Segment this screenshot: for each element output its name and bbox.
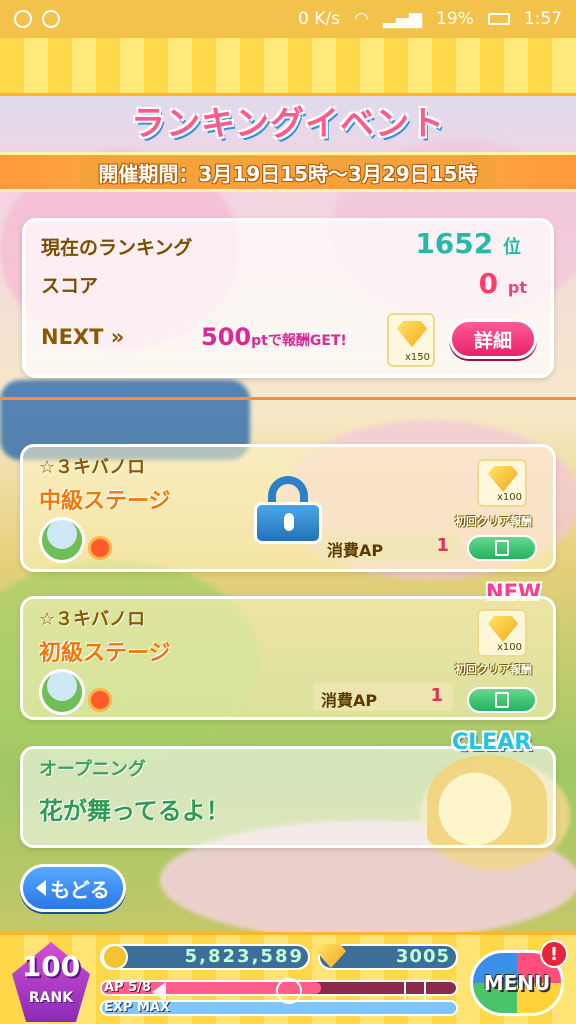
signal-icon: ▂▄▆ bbox=[382, 9, 423, 29]
story-button[interactable] bbox=[467, 687, 537, 713]
book-icon bbox=[495, 540, 509, 556]
status-bar: 0 K/s ◠ ▂▄▆ 19% 1:57 bbox=[0, 0, 576, 38]
reward-count: x150 bbox=[404, 352, 430, 363]
divider bbox=[0, 397, 576, 400]
gem-icon bbox=[397, 321, 427, 347]
stage-subtitle: オープニング bbox=[39, 759, 146, 780]
stage-subtitle: ☆３キバノロ bbox=[39, 609, 146, 630]
clear-badge: CLEAR bbox=[452, 730, 532, 755]
sun-attribute-icon bbox=[91, 539, 109, 557]
reward-count: x100 bbox=[496, 492, 522, 503]
next-reward-item[interactable]: x150 bbox=[387, 313, 435, 367]
app-icon bbox=[42, 10, 60, 28]
score-value: 0 pt bbox=[478, 267, 527, 300]
back-label: もどる bbox=[50, 877, 110, 902]
ap-cost: 消費AP 1 bbox=[319, 533, 459, 561]
battery-icon bbox=[487, 13, 510, 25]
ap-bar-label: AP 5/8 bbox=[104, 980, 151, 995]
gem-value: 3005 bbox=[395, 946, 450, 967]
wifi-icon: ◠ bbox=[353, 9, 369, 29]
money-value: 5,823,589 bbox=[184, 946, 304, 967]
first-clear-label: 初回クリア報酬 bbox=[455, 515, 532, 528]
page-title: ランキングイベント bbox=[131, 103, 445, 144]
ranking-panel: 現在のランキング 1652 位 スコア 0 pt NEXT » 500ptで報酬… bbox=[22, 218, 554, 378]
stage-subtitle: ☆３キバノロ bbox=[39, 457, 146, 478]
reward-count: x100 bbox=[496, 642, 522, 653]
stage-title: 中級ステージ bbox=[39, 489, 171, 514]
exp-bar-label: EXP MAX bbox=[104, 1000, 170, 1015]
battery-level: 19% bbox=[436, 9, 474, 29]
title-wrap: ランキングイベント bbox=[0, 92, 576, 148]
alert-icon: ! bbox=[540, 940, 568, 968]
notification-icon bbox=[14, 10, 32, 28]
score-label: スコア bbox=[41, 275, 99, 297]
rank-label: RANK bbox=[28, 990, 74, 1006]
network-speed: 0 K/s bbox=[297, 9, 340, 29]
rank-value: 1652 位 bbox=[415, 227, 521, 260]
rank-label: 現在のランキング bbox=[41, 237, 193, 259]
book-icon bbox=[495, 692, 509, 708]
stage-title: 初級ステージ bbox=[39, 641, 171, 666]
stage-title: 花が舞ってるよ！ bbox=[39, 797, 230, 825]
first-clear-reward[interactable]: x100 bbox=[477, 459, 527, 507]
ap-cost: 消費AP 1 bbox=[313, 683, 453, 711]
first-clear-label: 初回クリア報酬 bbox=[455, 663, 532, 676]
detail-button[interactable]: 詳細 bbox=[449, 319, 537, 359]
period-band: 開催期間：3月19日15時〜3月29日15時 bbox=[0, 152, 576, 192]
story-button[interactable] bbox=[467, 535, 537, 561]
stage-card-beginner[interactable]: ☆３キバノロ 初級ステージ 消費AP 1 x100 初回クリア報酬 bbox=[20, 596, 556, 720]
nav-home-icon[interactable] bbox=[276, 978, 302, 1004]
gem-icon bbox=[488, 616, 518, 642]
nav-recents-icon[interactable] bbox=[404, 980, 426, 1002]
next-reward-text: 500ptで報酬GET! bbox=[201, 323, 347, 351]
coin-icon bbox=[102, 944, 128, 970]
stage-thumbnail bbox=[39, 669, 85, 715]
nav-back-icon[interactable] bbox=[152, 982, 166, 1002]
next-label: NEXT » bbox=[41, 325, 125, 349]
rank-number: 100 bbox=[21, 950, 81, 983]
gem-icon bbox=[488, 466, 518, 492]
back-arrow-icon bbox=[36, 880, 47, 896]
header-band bbox=[0, 38, 576, 96]
first-clear-reward[interactable]: x100 bbox=[477, 609, 527, 657]
event-period: 開催期間：3月19日15時〜3月29日15時 bbox=[80, 155, 496, 189]
lock-icon bbox=[254, 476, 322, 544]
stage-card-opening[interactable]: オープニング 花が舞ってるよ！ bbox=[20, 746, 556, 848]
sun-attribute-icon bbox=[91, 691, 109, 709]
stage-thumbnail bbox=[39, 517, 85, 563]
clock: 1:57 bbox=[523, 9, 562, 29]
character-portrait bbox=[427, 755, 547, 845]
back-button[interactable]: もどる bbox=[20, 864, 126, 912]
